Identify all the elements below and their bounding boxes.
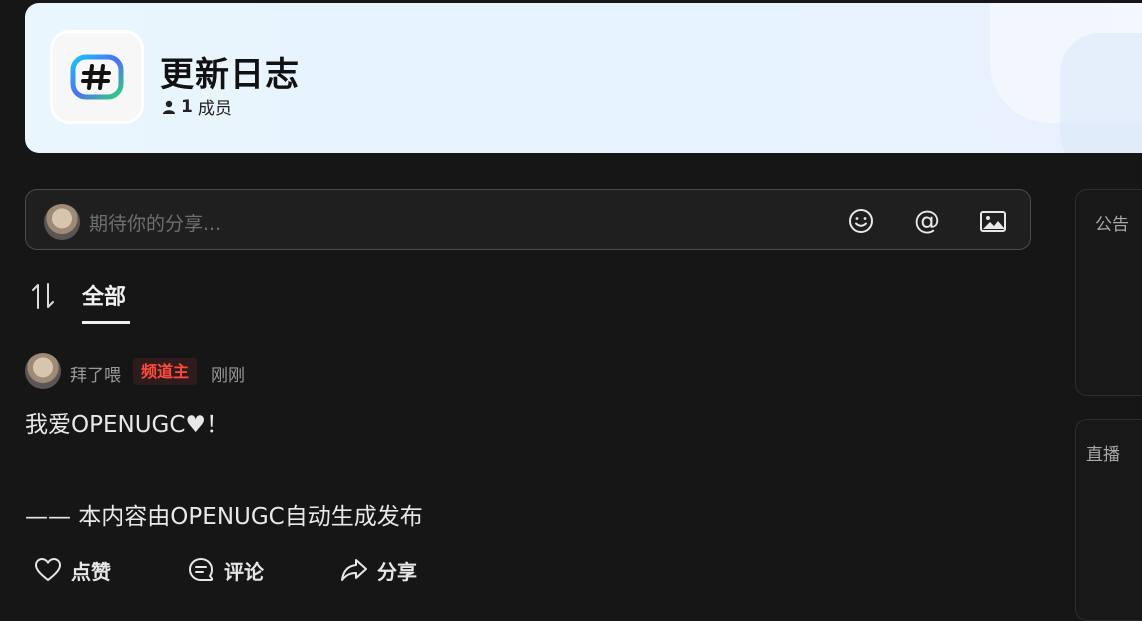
tab-active-indicator — [82, 321, 130, 324]
like-button[interactable]: 点赞 — [33, 555, 111, 585]
comment-icon — [188, 557, 214, 581]
channel-title: 更新日志 — [160, 55, 300, 95]
banner-decoration — [1060, 33, 1142, 153]
notice-title: 公告 — [1095, 215, 1129, 235]
member-count: 1 — [181, 96, 193, 117]
post-author-avatar[interactable] — [25, 353, 61, 389]
post-footer-note: —— 本内容由OPENUGC自动生成发布 — [25, 504, 423, 530]
channel-owner-badge: 频道主 — [133, 358, 198, 385]
hash-icon — [70, 54, 124, 100]
person-icon — [163, 100, 175, 114]
image-icon[interactable] — [978, 206, 1008, 236]
avatar — [44, 204, 80, 240]
post-author-name[interactable]: 拜了喂 — [70, 361, 121, 386]
member-count-row[interactable]: 1 成员 — [162, 94, 232, 119]
composer-input[interactable]: 期待你的分享... — [89, 209, 221, 236]
like-label: 点赞 — [71, 559, 111, 584]
member-label: 成员 — [197, 99, 232, 119]
share-label: 分享 — [377, 559, 417, 584]
share-icon — [341, 559, 367, 581]
tab-all[interactable]: 全部 — [82, 279, 126, 311]
channel-logo[interactable] — [53, 33, 141, 121]
comment-label: 评论 — [224, 559, 264, 584]
channel-banner: 更新日志 1 成员 — [25, 3, 1142, 153]
share-button[interactable]: 分享 — [339, 555, 417, 585]
post-composer[interactable]: 期待你的分享... @ — [25, 189, 1031, 250]
emoji-icon[interactable] — [846, 206, 876, 236]
post-timestamp: 刚刚 — [211, 366, 245, 386]
post-body: 我爱OPENUGC♥！ — [25, 412, 230, 438]
at-icon[interactable]: @ — [912, 206, 942, 236]
heart-icon — [34, 557, 62, 582]
notice-card: 公告 — [1075, 189, 1142, 396]
comment-button[interactable]: 评论 — [186, 555, 264, 585]
sort-icon[interactable] — [30, 282, 56, 310]
live-title: 直播 — [1086, 445, 1120, 465]
live-card: 直播 — [1075, 419, 1142, 621]
